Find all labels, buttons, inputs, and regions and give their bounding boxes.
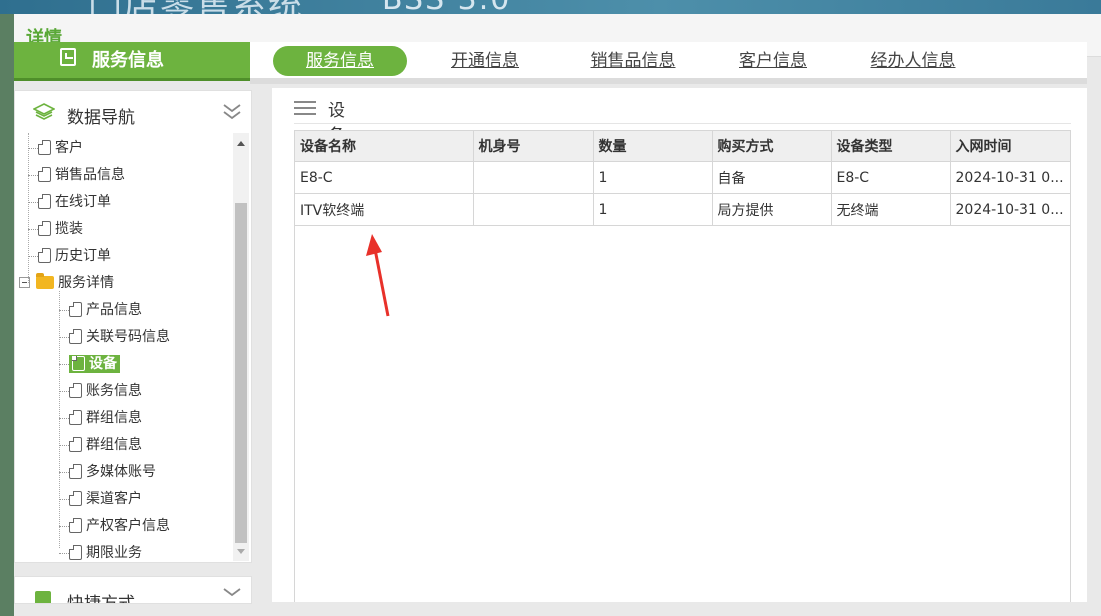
data-navigation-header[interactable]: 数据导航 [15, 91, 251, 133]
tree-item-billing-info[interactable]: 账务信息 [59, 380, 142, 404]
tab-customer-info[interactable]: 客户信息 [728, 46, 818, 76]
background-app-banner: 门店零售系统 BSS 3.0 [0, 0, 1101, 14]
background-app-title: 门店零售系统 [88, 0, 304, 14]
document-icon [38, 140, 51, 155]
tab-service-info[interactable]: 服务信息 [273, 46, 407, 76]
cell-quantity: 1 [592, 161, 713, 194]
tree-item-related-number[interactable]: 关联号码信息 [59, 326, 170, 350]
document-icon [69, 383, 82, 398]
device-table: 设备名称 机身号 数量 购买方式 设备类型 入网时间 E8-C 1 自备 E8-… [294, 130, 1071, 602]
shortcut-icon [35, 591, 51, 603]
tree-item-property-customer[interactable]: 产权客户信息 [59, 515, 170, 539]
column-header-device-name[interactable]: 设备名称 [295, 131, 474, 162]
expand-chevron-icon[interactable] [222, 587, 242, 604]
tab-bar: 服务信息 开通信息 销售品信息 客户信息 经办人信息 [250, 42, 1087, 78]
table-row[interactable]: ITV软终端 1 局方提供 无终端 2024-10-31 0... [295, 193, 1070, 226]
cell-network-time: 2024-10-31 0... [949, 161, 1070, 194]
document-icon [69, 518, 82, 533]
document-icon [69, 491, 82, 506]
tree-item-customer[interactable]: 客户 [28, 137, 83, 161]
section-divider [294, 123, 1071, 124]
table-header-row: 设备名称 机身号 数量 购买方式 设备类型 入网时间 [295, 131, 1070, 162]
service-info-header-label: 服务信息 [92, 50, 164, 71]
background-app-version: BSS 3.0 [382, 0, 511, 14]
navigation-tree: 客户 销售品信息 在线订单 揽装 历史订单 服务详情 产品信息 关联号码信息 设… [15, 133, 233, 561]
tree-scrollbar[interactable] [233, 133, 249, 561]
tree-item-multimedia-account[interactable]: 多媒体账号 [59, 461, 156, 485]
column-header-purchase-method[interactable]: 购买方式 [711, 131, 832, 162]
service-info-icon [60, 48, 76, 66]
collapse-toggle-icon[interactable] [19, 277, 30, 288]
cell-device-name: E8-C [295, 161, 474, 194]
document-icon [72, 356, 85, 371]
cell-device-name: ITV软终端 [295, 193, 474, 226]
scroll-up-arrow-icon[interactable] [237, 141, 245, 146]
scroll-down-arrow-icon[interactable] [237, 549, 245, 554]
cell-network-time: 2024-10-31 0... [949, 193, 1070, 226]
shortcut-panel[interactable]: 快捷方式 [14, 576, 252, 604]
data-navigation-title: 数据导航 [67, 108, 135, 128]
column-header-network-time[interactable]: 入网时间 [949, 131, 1070, 162]
layers-icon [33, 103, 55, 120]
document-icon [69, 437, 82, 452]
shortcut-title: 快捷方式 [67, 594, 135, 604]
tab-bar-divider [250, 78, 1087, 84]
document-icon [69, 329, 82, 344]
document-icon [69, 545, 82, 560]
tab-sales-product-info[interactable]: 销售品信息 [578, 46, 688, 76]
tree-item-channel-customer[interactable]: 渠道客户 [59, 488, 142, 512]
cell-device-type: E8-C [830, 161, 951, 194]
document-icon [38, 194, 51, 209]
column-header-serial-number[interactable]: 机身号 [472, 131, 594, 162]
document-icon [38, 221, 51, 236]
folder-open-icon [36, 273, 54, 289]
tree-item-term-business[interactable]: 期限业务 [59, 542, 142, 561]
tree-item-service-details[interactable]: 服务详情 [19, 272, 114, 296]
tree-item-product-info[interactable]: 产品信息 [59, 299, 142, 323]
cell-device-type: 无终端 [830, 193, 951, 226]
tab-agent-info[interactable]: 经办人信息 [858, 46, 968, 76]
cell-purchase-method: 局方提供 [711, 193, 832, 226]
device-content-panel: 设备 设备名称 机身号 数量 购买方式 设备类型 入网时间 E8-C [272, 88, 1087, 602]
column-header-device-type[interactable]: 设备类型 [830, 131, 951, 162]
cell-quantity: 1 [592, 193, 713, 226]
tree-item-sales-product[interactable]: 销售品信息 [28, 164, 125, 188]
service-info-header[interactable]: 服务信息 [14, 42, 250, 81]
document-icon [38, 167, 51, 182]
annotation-arrow-icon [366, 234, 390, 317]
document-icon [69, 302, 82, 317]
tree-item-installation[interactable]: 揽装 [28, 218, 83, 242]
menu-lines-icon [294, 101, 316, 115]
column-header-quantity[interactable]: 数量 [592, 131, 713, 162]
tree-item-history-order[interactable]: 历史订单 [28, 245, 111, 269]
document-icon [69, 410, 82, 425]
tree-item-online-order[interactable]: 在线订单 [28, 191, 111, 215]
table-row[interactable]: E8-C 1 自备 E8-C 2024-10-31 0... [295, 161, 1070, 194]
background-left-strip [0, 14, 14, 616]
document-icon [69, 464, 82, 479]
scroll-thumb[interactable] [235, 203, 247, 543]
document-icon [38, 248, 51, 263]
tree-item-group-info-1[interactable]: 群组信息 [59, 407, 142, 431]
tree-item-group-info-2[interactable]: 群组信息 [59, 434, 142, 458]
collapse-chevron-icon[interactable] [222, 103, 242, 121]
tab-activation-info[interactable]: 开通信息 [440, 46, 530, 76]
cell-serial-number [472, 193, 594, 226]
data-navigation-panel: 数据导航 客户 销售品信息 在线订单 揽装 历史订单 服务详情 产品信息 关联号… [14, 90, 252, 563]
tree-item-device[interactable]: 设备 [59, 353, 120, 377]
cell-purchase-method: 自备 [711, 161, 832, 194]
cell-serial-number [472, 161, 594, 194]
